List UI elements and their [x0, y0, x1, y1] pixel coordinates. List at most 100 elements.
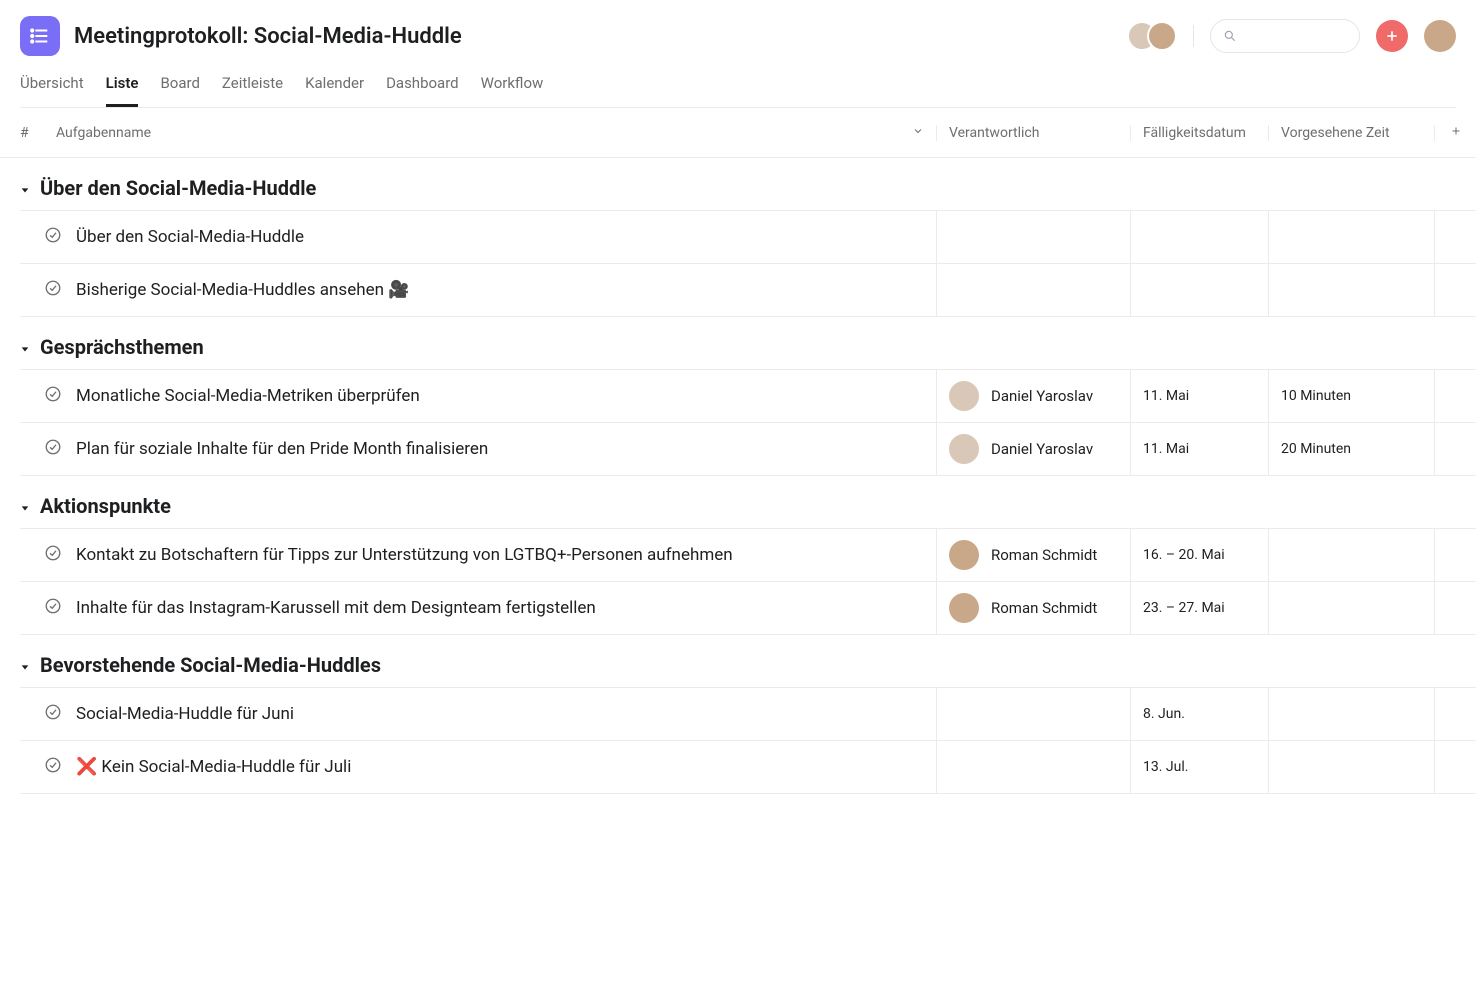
complete-check-icon[interactable]: [44, 279, 62, 302]
tab-board[interactable]: Board: [160, 74, 199, 107]
divider: [1193, 25, 1194, 47]
task-cell[interactable]: Inhalte für das Instagram-Karussell mit …: [20, 597, 936, 620]
search-input[interactable]: [1210, 19, 1360, 53]
tab-liste[interactable]: Liste: [106, 74, 139, 107]
add-button[interactable]: [1376, 20, 1408, 52]
assignee-cell[interactable]: [936, 264, 1130, 316]
assignee-cell[interactable]: Roman Schmidt: [936, 529, 1130, 581]
time-cell[interactable]: [1268, 688, 1434, 740]
extra-cell: [1434, 370, 1476, 422]
assignee-cell[interactable]: [936, 741, 1130, 793]
assignee-name: Daniel Yaroslav: [991, 440, 1093, 458]
column-task-header[interactable]: Aufgabenname: [40, 125, 936, 141]
time-cell[interactable]: [1268, 529, 1434, 581]
assignee-name: Roman Schmidt: [991, 599, 1097, 617]
task-name: Plan für soziale Inhalte für den Pride M…: [76, 439, 488, 459]
avatar[interactable]: [1147, 21, 1177, 51]
tab-zeitleiste[interactable]: Zeitleiste: [222, 74, 283, 107]
tabs: Übersicht Liste Board Zeitleiste Kalender Das…: [20, 74, 1456, 108]
caret-down-icon: [20, 335, 30, 359]
plus-icon: [1450, 125, 1462, 141]
due-date-cell[interactable]: 8. Jun.: [1130, 688, 1268, 740]
due-date-cell[interactable]: 11. Mai: [1130, 423, 1268, 475]
section-header[interactable]: Gesprächsthemen: [0, 317, 1476, 369]
section-header[interactable]: Aktionspunkte: [0, 476, 1476, 528]
table-row[interactable]: ❌ Kein Social-Media-Huddle für Juli 13. J…: [20, 741, 1476, 794]
assignee-cell[interactable]: Daniel Yaroslav: [936, 370, 1130, 422]
column-time-header[interactable]: Vorgesehene Zeit: [1268, 125, 1434, 141]
column-number-header: #: [20, 125, 40, 141]
task-cell[interactable]: Kontakt zu Botschaftern für Tipps zur Un…: [20, 544, 936, 567]
complete-check-icon[interactable]: [44, 703, 62, 726]
chevron-down-icon[interactable]: [912, 125, 924, 141]
extra-cell: [1434, 211, 1476, 263]
task-cell[interactable]: ❌ Kein Social-Media-Huddle für Juli: [20, 756, 936, 779]
assignee-cell[interactable]: [936, 688, 1130, 740]
table-row[interactable]: Monatliche Social-Media-Metriken überprü…: [20, 370, 1476, 423]
task-name: Kontakt zu Botschaftern für Tipps zur Un…: [76, 545, 733, 565]
table-row[interactable]: Über den Social-Media-Huddle: [20, 211, 1476, 264]
caret-down-icon: [20, 176, 30, 200]
due-date-cell[interactable]: 16. – 20. Mai: [1130, 529, 1268, 581]
add-column-button[interactable]: [1434, 125, 1476, 141]
tab-workflow[interactable]: Workflow: [481, 74, 544, 107]
due-date-cell[interactable]: [1130, 211, 1268, 263]
task-cell[interactable]: Über den Social-Media-Huddle: [20, 226, 936, 249]
due-date-cell[interactable]: [1130, 264, 1268, 316]
search-icon: [1223, 29, 1237, 43]
column-assignee-header[interactable]: Verantwortlich: [936, 125, 1130, 141]
due-date-cell[interactable]: 11. Mai: [1130, 370, 1268, 422]
member-avatars[interactable]: [1137, 21, 1177, 51]
tab-übersicht[interactable]: Übersicht: [20, 74, 84, 107]
extra-cell: [1434, 741, 1476, 793]
task-cell[interactable]: Monatliche Social-Media-Metriken überprü…: [20, 385, 936, 408]
project-icon[interactable]: [20, 16, 60, 56]
complete-check-icon[interactable]: [44, 597, 62, 620]
table-row[interactable]: Inhalte für das Instagram-Karussell mit …: [20, 582, 1476, 635]
table-row[interactable]: Kontakt zu Botschaftern für Tipps zur Un…: [20, 529, 1476, 582]
extra-cell: [1434, 529, 1476, 581]
table-row[interactable]: Plan für soziale Inhalte für den Pride M…: [20, 423, 1476, 476]
task-cell[interactable]: Plan für soziale Inhalte für den Pride M…: [20, 438, 936, 461]
task-cell[interactable]: Bisherige Social-Media-Huddles ansehen 🎥: [20, 279, 936, 302]
table-row[interactable]: Bisherige Social-Media-Huddles ansehen 🎥: [20, 264, 1476, 317]
column-task-label: Aufgabenname: [56, 125, 151, 141]
complete-check-icon[interactable]: [44, 438, 62, 461]
assignee-cell[interactable]: [936, 211, 1130, 263]
section-header[interactable]: Über den Social-Media-Huddle: [0, 158, 1476, 210]
caret-down-icon: [20, 494, 30, 518]
task-name: Inhalte für das Instagram-Karussell mit …: [76, 598, 596, 618]
task-name: Monatliche Social-Media-Metriken überprü…: [76, 386, 420, 406]
section-title: Über den Social-Media-Huddle: [40, 176, 316, 200]
assignee-cell[interactable]: Roman Schmidt: [936, 582, 1130, 634]
time-cell[interactable]: [1268, 264, 1434, 316]
task-cell[interactable]: Social-Media-Huddle für Juni: [20, 703, 936, 726]
complete-check-icon[interactable]: [44, 226, 62, 249]
avatar: [949, 540, 979, 570]
complete-check-icon[interactable]: [44, 756, 62, 779]
time-cell[interactable]: [1268, 741, 1434, 793]
section-title: Bevorstehende Social-Media-Huddles: [40, 653, 381, 677]
tab-dashboard[interactable]: Dashboard: [386, 74, 459, 107]
time-cell[interactable]: [1268, 582, 1434, 634]
caret-down-icon: [20, 653, 30, 677]
column-due-header[interactable]: Fälligkeitsdatum: [1130, 125, 1268, 141]
due-date-cell[interactable]: 23. – 27. Mai: [1130, 582, 1268, 634]
task-name: Über den Social-Media-Huddle: [76, 227, 304, 247]
tab-kalender[interactable]: Kalender: [305, 74, 364, 107]
extra-cell: [1434, 264, 1476, 316]
section-header[interactable]: Bevorstehende Social-Media-Huddles: [0, 635, 1476, 687]
assignee-cell[interactable]: Daniel Yaroslav: [936, 423, 1130, 475]
extra-cell: [1434, 688, 1476, 740]
table-row[interactable]: Social-Media-Huddle für Juni 8. Jun.: [20, 688, 1476, 741]
avatar: [949, 434, 979, 464]
user-avatar[interactable]: [1424, 20, 1456, 52]
complete-check-icon[interactable]: [44, 385, 62, 408]
time-cell[interactable]: [1268, 211, 1434, 263]
page-title[interactable]: Meetingprotokoll: Social-Media-Huddle: [74, 24, 462, 49]
assignee-name: Roman Schmidt: [991, 546, 1097, 564]
time-cell[interactable]: 10 Minuten: [1268, 370, 1434, 422]
due-date-cell[interactable]: 13. Jul.: [1130, 741, 1268, 793]
complete-check-icon[interactable]: [44, 544, 62, 567]
time-cell[interactable]: 20 Minuten: [1268, 423, 1434, 475]
